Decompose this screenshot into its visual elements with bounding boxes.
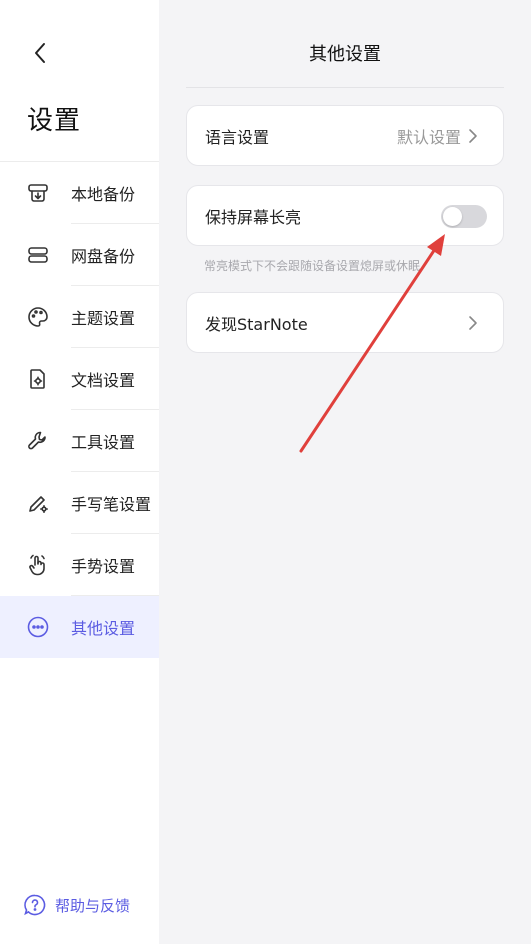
palette-icon xyxy=(28,307,48,327)
discover-starnote-label: 发现StarNote xyxy=(205,314,308,334)
sidebar-item-other[interactable]: 其他设置 xyxy=(0,596,159,658)
sidebar-item-label: 手势设置 xyxy=(71,557,136,576)
keep-screen-on-toggle[interactable] xyxy=(441,205,487,228)
wrench-icon xyxy=(28,431,46,450)
help-feedback-link[interactable]: 帮助与反馈 xyxy=(23,893,130,917)
sidebar: 设置 本地备份 网盘备份 主题设置 文档设置 工具设置 手写笔设置 手势设置 其… xyxy=(0,0,159,944)
keep-screen-on-hint: 常亮模式下不会跟随设备设置熄屏或休眠 xyxy=(204,259,421,273)
toggle-knob xyxy=(443,207,462,226)
sidebar-item-label: 网盘备份 xyxy=(71,247,136,266)
more-circle-icon xyxy=(27,616,49,638)
keep-screen-on-row: 保持屏幕长亮 xyxy=(186,185,504,246)
chevron-left-icon xyxy=(35,43,45,63)
local-backup-icon xyxy=(28,184,48,202)
sidebar-item-pen[interactable]: 手写笔设置 xyxy=(0,472,159,534)
sidebar-item-gesture[interactable]: 手势设置 xyxy=(0,534,159,596)
sidebar-item-local-backup[interactable]: 本地备份 xyxy=(0,162,159,224)
cloud-drive-icon xyxy=(28,247,48,263)
sidebar-title: 设置 xyxy=(27,106,82,136)
language-setting-label: 语言设置 xyxy=(205,127,270,147)
back-button[interactable] xyxy=(26,38,54,68)
settings-nav: 本地备份 网盘备份 主题设置 文档设置 工具设置 手写笔设置 手势设置 其他设置 xyxy=(0,162,159,658)
keep-screen-on-label: 保持屏幕长亮 xyxy=(205,207,302,227)
chevron-right-icon xyxy=(469,316,477,330)
help-feedback-label: 帮助与反馈 xyxy=(55,896,131,915)
sidebar-item-document[interactable]: 文档设置 xyxy=(0,348,159,410)
main-panel: 其他设置 语言设置 默认设置 保持屏幕长亮 常亮模式下不会跟随设备设置熄屏或休眠… xyxy=(159,0,531,944)
document-gear-icon xyxy=(30,369,45,389)
divider xyxy=(186,87,504,88)
language-setting-row[interactable]: 语言设置 默认设置 xyxy=(186,105,504,166)
sidebar-item-label: 工具设置 xyxy=(71,433,136,452)
sidebar-item-label: 主题设置 xyxy=(71,309,136,328)
sidebar-item-cloud-backup[interactable]: 网盘备份 xyxy=(0,224,159,286)
sidebar-item-theme[interactable]: 主题设置 xyxy=(0,286,159,348)
sidebar-item-label: 其他设置 xyxy=(71,619,136,638)
hand-gesture-icon xyxy=(29,554,45,576)
help-icon xyxy=(24,894,46,916)
sidebar-item-label: 文档设置 xyxy=(71,371,136,390)
chevron-right-icon xyxy=(469,129,477,143)
page-title: 其他设置 xyxy=(309,44,381,65)
sidebar-item-tools[interactable]: 工具设置 xyxy=(0,410,159,472)
language-setting-value: 默认设置 xyxy=(396,127,461,147)
sidebar-item-label: 本地备份 xyxy=(71,185,136,204)
pen-gear-icon xyxy=(29,496,48,513)
discover-starnote-row[interactable]: 发现StarNote xyxy=(186,292,504,353)
sidebar-item-label: 手写笔设置 xyxy=(71,495,152,514)
